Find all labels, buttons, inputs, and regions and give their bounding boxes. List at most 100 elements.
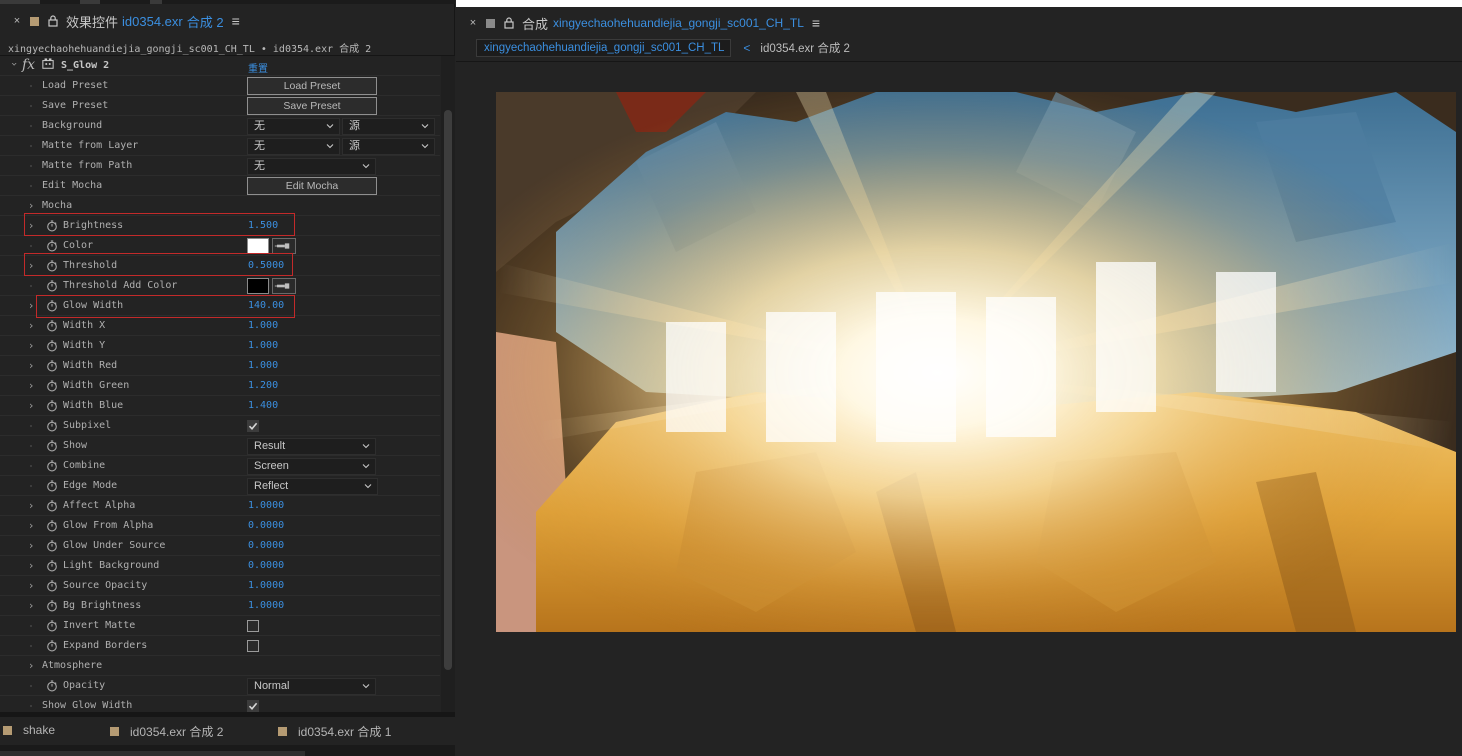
stopwatch-icon[interactable] [46,600,58,612]
timeline-tab-comp-2[interactable]: id0354.exr 合成 2 [110,723,223,740]
threshold-color-swatch[interactable] [247,278,269,294]
stopwatch-icon[interactable] [46,420,58,432]
comp-tab-active[interactable]: xingyechaohehuandiejia_gongji_sc001_CH_T… [476,39,732,57]
param-group-atmosphere[interactable]: › Atmosphere [0,656,440,676]
stopwatch-icon[interactable] [46,520,58,532]
expand-borders-checkbox[interactable] [247,640,259,652]
width-blue-value[interactable]: 1.400 [248,400,278,412]
param-label: Background [42,120,103,131]
chevron-down-icon[interactable]: › [8,62,21,70]
stopwatch-icon[interactable] [46,240,58,252]
save-preset-button[interactable]: Save Preset [247,97,377,115]
stopwatch-icon[interactable] [46,380,58,392]
width-y-value[interactable]: 1.000 [248,340,278,352]
chevron-down-icon [326,142,334,150]
show-select[interactable]: Result [247,438,376,455]
panel-title-layer[interactable]: id0354.exr [122,14,183,29]
panel-title-comp[interactable]: 合成 2 [187,12,224,31]
stopwatch-icon[interactable] [46,680,58,692]
stopwatch-icon[interactable] [46,620,58,632]
composition-viewer[interactable] [496,92,1456,632]
scrollbar-thumb[interactable] [444,110,452,670]
stopwatch-icon[interactable] [46,340,58,352]
panel-title-prefix: 效果控件 [66,14,119,30]
color-swatch[interactable] [247,238,269,254]
chevron-right-icon[interactable]: › [29,500,37,512]
show-glow-width-checkbox[interactable] [247,700,259,712]
timeline-tab-shake[interactable]: shake [3,723,55,737]
eyedropper-icon[interactable] [272,238,296,254]
lock-icon[interactable] [502,16,516,30]
row-dot [30,185,32,187]
combine-select[interactable]: Screen [247,458,376,475]
stopwatch-icon[interactable] [46,440,58,452]
stopwatch-icon[interactable] [46,580,58,592]
chevron-right-icon[interactable]: › [29,520,37,532]
matte-path-select[interactable]: 无 [247,158,376,175]
matte-layer-select[interactable]: 无 [247,138,340,155]
param-label: Glow From Alpha [63,520,154,531]
stopwatch-icon[interactable] [46,400,58,412]
chevron-right-icon[interactable]: › [29,560,37,572]
glow-from-alpha-value[interactable]: 0.0000 [248,520,284,532]
chevron-right-icon[interactable]: › [29,320,37,332]
affect-alpha-value[interactable]: 1.0000 [248,500,284,512]
param-label: Edge Mode [63,480,118,491]
stopwatch-icon[interactable] [46,500,58,512]
chevron-left-icon[interactable]: < [743,41,750,55]
stopwatch-icon[interactable] [46,320,58,332]
param-label: Atmosphere [42,660,103,671]
chevron-right-icon[interactable]: › [29,400,37,412]
fx-toggle-icon[interactable]: fx [22,57,35,73]
width-red-value[interactable]: 1.000 [248,360,278,372]
edge-mode-select[interactable]: Reflect [247,478,378,495]
subpixel-checkbox[interactable] [247,420,259,432]
stopwatch-icon[interactable] [46,480,58,492]
matte-source-select[interactable]: 源 [342,138,435,155]
chevron-right-icon[interactable]: › [29,360,37,372]
chevron-right-icon[interactable]: › [29,580,37,592]
stopwatch-icon[interactable] [46,460,58,472]
param-label: Mocha [42,200,73,211]
param-row-glow-from-alpha: › Glow From Alpha 0.0000 [0,516,440,536]
chevron-right-icon[interactable]: › [29,600,37,612]
timeline-search-bar[interactable] [0,751,305,756]
opacity-select[interactable]: Normal [247,678,376,695]
glow-under-source-value[interactable]: 0.0000 [248,540,284,552]
panel-menu-icon[interactable]: ≡ [232,13,240,29]
lock-icon[interactable] [46,14,60,28]
composition-breadcrumb: xingyechaohehuandiejia_gongji_sc001_CH_T… [476,38,850,58]
effect-header-row[interactable]: › fx S_Glow 2 重置 [0,56,440,76]
light-background-value[interactable]: 0.0000 [248,560,284,572]
width-x-value[interactable]: 1.000 [248,320,278,332]
close-panel-icon[interactable]: × [464,17,482,29]
load-preset-button[interactable]: Load Preset [247,77,377,95]
chevron-right-icon[interactable]: › [29,660,37,672]
background-layer-select[interactable]: 无 [247,118,340,135]
stopwatch-icon[interactable] [46,360,58,372]
invert-matte-checkbox[interactable] [247,620,259,632]
chevron-right-icon[interactable]: › [29,380,37,392]
stopwatch-icon[interactable] [46,540,58,552]
background-source-select[interactable]: 源 [342,118,435,135]
timeline-tab-comp-1[interactable]: id0354.exr 合成 1 [278,723,391,740]
param-label: Load Preset [42,80,109,91]
reset-link[interactable]: 重置 [248,60,268,75]
panel-title-comp[interactable]: xingyechaohehuandiejia_gongji_sc001_CH_T… [553,16,804,30]
chevron-right-icon[interactable]: › [29,200,37,212]
param-row-threshold-add-color: Threshold Add Color [0,276,440,296]
stopwatch-icon[interactable] [46,640,58,652]
comp-tab[interactable]: id0354.exr 合成 2 [760,40,850,56]
source-opacity-value[interactable]: 1.0000 [248,580,284,592]
panel-menu-icon[interactable]: ≡ [812,15,820,31]
bg-brightness-value[interactable]: 1.0000 [248,600,284,612]
stopwatch-icon[interactable] [46,560,58,572]
param-label: Bg Brightness [63,600,142,611]
chevron-right-icon[interactable]: › [29,540,37,552]
close-panel-icon[interactable]: × [8,15,26,27]
width-green-value[interactable]: 1.200 [248,380,278,392]
chevron-right-icon[interactable]: › [29,340,37,352]
stopwatch-icon[interactable] [46,280,58,292]
eyedropper-icon[interactable] [272,278,296,294]
edit-mocha-button[interactable]: Edit Mocha [247,177,377,195]
